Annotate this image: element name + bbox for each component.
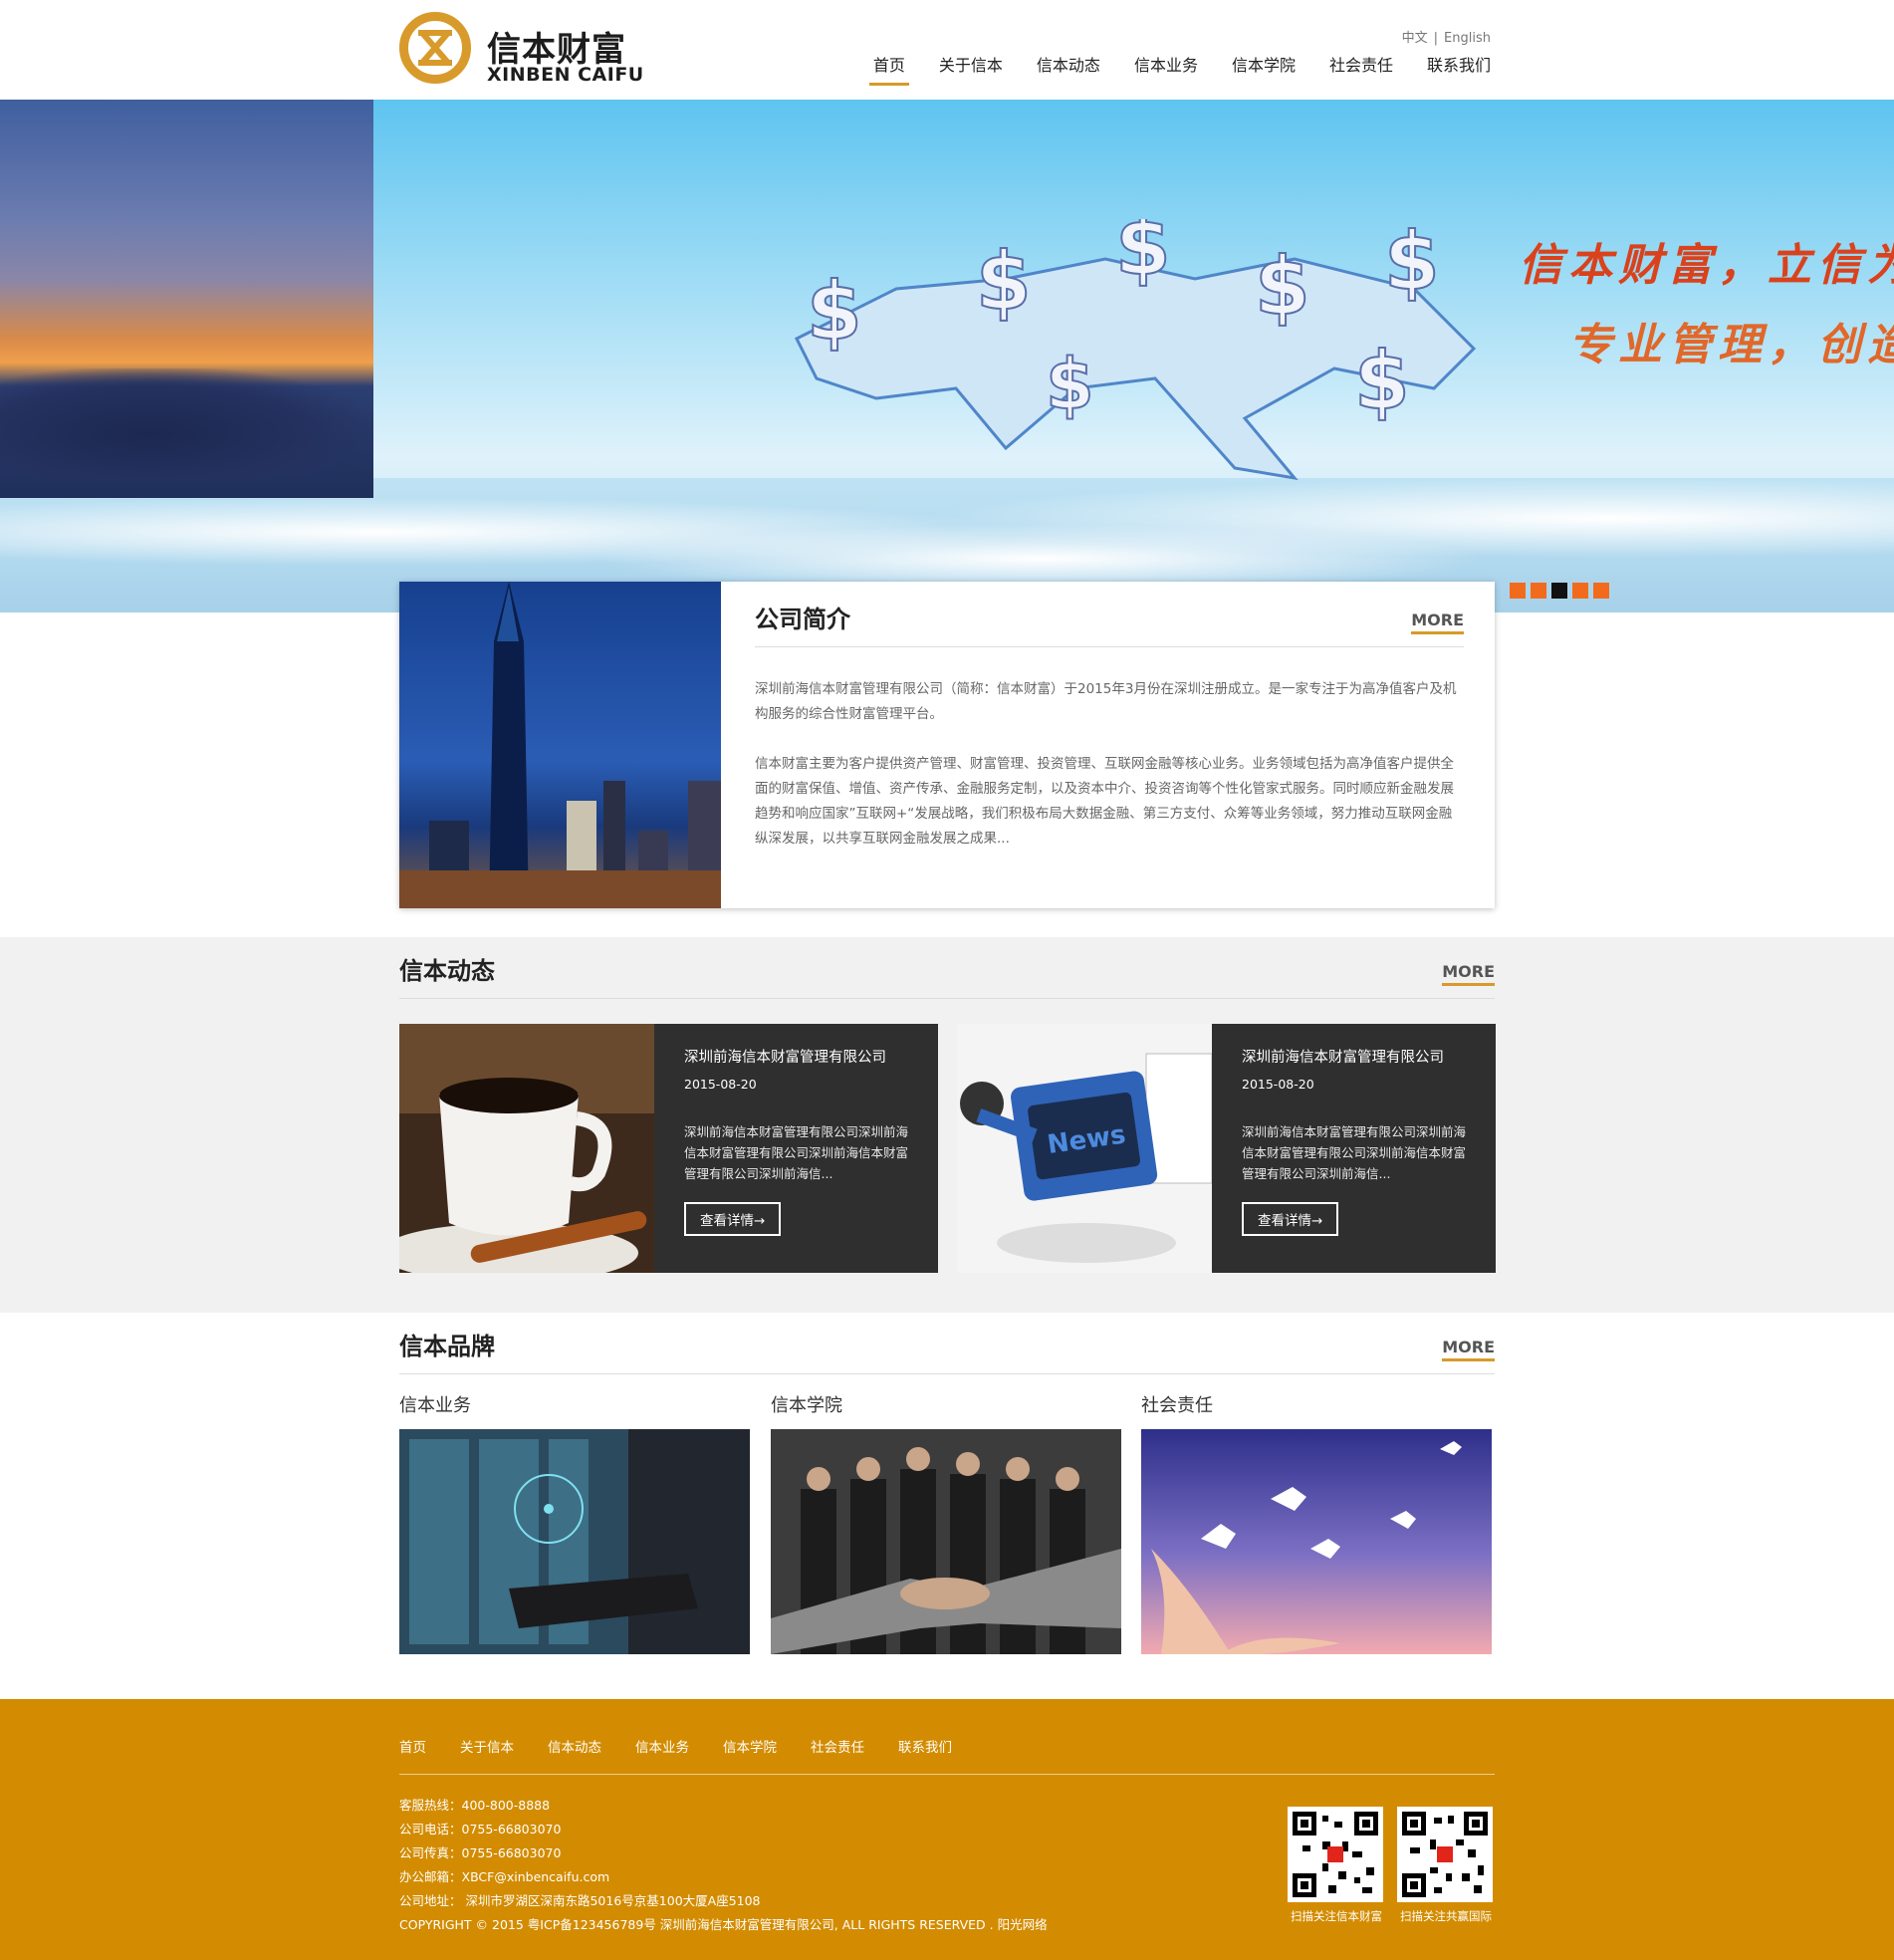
news-item-date: 2015-08-20 xyxy=(1242,1077,1314,1092)
nav-responsibility[interactable]: 社会责任 xyxy=(1329,52,1393,84)
brand-header: 信本品牌 MORE xyxy=(399,1327,1495,1374)
banner-slogan-line2: 专业管理，创造 xyxy=(1568,320,1894,370)
brand-item-label[interactable]: 信本业务 xyxy=(399,1391,750,1417)
footer-nav-news[interactable]: 信本动态 xyxy=(548,1736,601,1756)
brand-title: 信本品牌 xyxy=(399,1333,495,1360)
news-card[interactable]: News 深圳前海信本财富管理有限公司 2015-08-20 深圳前海信本财富管… xyxy=(957,1024,1496,1273)
footer-nav: 首页 关于信本 信本动态 信本业务 信本学院 社会责任 联系我们 xyxy=(399,1736,1495,1775)
news-item-title[interactable]: 深圳前海信本财富管理有限公司 xyxy=(1242,1046,1471,1067)
news-detail-button[interactable]: 查看详情→ xyxy=(1242,1202,1339,1236)
intro-paragraph-2: 信本财富主要为客户提供资产管理、财富管理、投资管理、互联网金融等核心业务。业务领… xyxy=(755,756,1454,847)
footer-nav-academy[interactable]: 信本学院 xyxy=(723,1736,777,1756)
header: 信本财富 XINBEN CAIFU 中文 | English 首页 关于信本 信本动… xyxy=(0,0,1894,100)
news-item-desc: 深圳前海信本财富管理有限公司深圳前海信本财富管理有限公司深圳前海信本财富管理有限… xyxy=(684,1124,909,1181)
footer-address: 公司地址： 深圳市罗湖区深南东路5016号京基100大厦A座5108 xyxy=(399,1893,761,1908)
brand-item-business[interactable]: 信本业务 xyxy=(399,1391,750,1654)
brand-item-responsibility[interactable]: 社会责任 xyxy=(1141,1391,1492,1654)
footer-nav-business[interactable]: 信本业务 xyxy=(635,1736,689,1756)
nav-about[interactable]: 关于信本 xyxy=(939,52,1003,84)
footer-email[interactable]: 办公邮箱：XBCF@xinbencaifu.com xyxy=(399,1865,1048,1889)
svg-text:$: $ xyxy=(1115,219,1171,293)
logo-name-en: XINBEN CAIFU xyxy=(487,64,644,86)
banner-pager xyxy=(1510,583,1609,599)
footer-nav-contact[interactable]: 联系我们 xyxy=(898,1736,952,1756)
footer-nav-responsibility[interactable]: 社会责任 xyxy=(811,1736,864,1756)
svg-text:$: $ xyxy=(1354,335,1410,427)
svg-text:$: $ xyxy=(807,265,862,358)
news-detail-button[interactable]: 查看详情→ xyxy=(684,1202,782,1236)
footer-hotline: 客服热线：400-800-8888 xyxy=(399,1798,551,1813)
nav-academy[interactable]: 信本学院 xyxy=(1232,52,1296,84)
brand-item-label[interactable]: 信本学院 xyxy=(771,1391,1121,1417)
news-header: 信本动态 MORE xyxy=(399,951,1495,999)
qr-code-xinben: 扫描关注信本财富 xyxy=(1288,1807,1385,1924)
nav-contact[interactable]: 联系我们 xyxy=(1427,52,1491,84)
city-skyline-image xyxy=(399,582,721,908)
banner-dot-4[interactable] xyxy=(1572,583,1588,599)
banner-slogan-line1: 信本财富，立信为 xyxy=(1519,240,1894,291)
nav-news[interactable]: 信本动态 xyxy=(1037,52,1100,84)
qr-label: 扫描关注共赢国际 xyxy=(1400,1909,1492,1923)
nav-home[interactable]: 首页 xyxy=(868,52,909,86)
footer-contact-info: 客服热线：400-800-8888 公司电话：0755-66803070 公司传… xyxy=(399,1794,1048,1937)
news-item-desc: 深圳前海信本财富管理有限公司深圳前海信本财富管理有限公司深圳前海信本财富管理有限… xyxy=(1242,1124,1467,1181)
brand-more-link[interactable]: MORE xyxy=(1442,1338,1495,1361)
banner-dot-3[interactable] xyxy=(1551,583,1567,599)
lang-en-link[interactable]: English xyxy=(1444,31,1491,46)
footer-nav-about[interactable]: 关于信本 xyxy=(460,1736,514,1756)
news-more-link[interactable]: MORE xyxy=(1442,962,1495,986)
handshake-image[interactable] xyxy=(771,1429,1121,1654)
footer-copyright: COPYRIGHT © 2015 粤ICP备123456789号 深圳前海信本财… xyxy=(399,1917,1048,1932)
lang-cn-link[interactable]: 中文 xyxy=(1402,31,1428,46)
news-tv-image: News xyxy=(957,1024,1212,1273)
svg-text:$: $ xyxy=(1255,240,1310,333)
svg-text:$: $ xyxy=(1384,219,1440,308)
banner-dot-2[interactable] xyxy=(1531,583,1546,599)
main-nav: 首页 关于信本 信本动态 信本业务 信本学院 社会责任 联系我们 xyxy=(839,52,1491,86)
hero-banner[interactable]: $ $ $ $ $ $ $ 信本财富，立信为 专业管理，创造 xyxy=(0,100,1894,612)
doves-hands-image[interactable] xyxy=(1141,1429,1492,1654)
lang-separator: | xyxy=(1433,31,1439,46)
banner-dot-5[interactable] xyxy=(1593,583,1609,599)
business-tablet-image[interactable] xyxy=(399,1429,750,1654)
news-item-title[interactable]: 深圳前海信本财富管理有限公司 xyxy=(684,1046,913,1067)
banner-dot-1[interactable] xyxy=(1510,583,1526,599)
footer: 首页 关于信本 信本动态 信本业务 信本学院 社会责任 联系我们 客服热线：40… xyxy=(0,1699,1894,1960)
language-switch: 中文 | English xyxy=(1402,27,1491,46)
footer-phone: 公司电话：0755-66803070 xyxy=(399,1822,562,1837)
qr-label: 扫描关注信本财富 xyxy=(1291,1909,1382,1923)
footer-fax: 公司传真：0755-66803070 xyxy=(399,1845,562,1860)
footer-nav-home[interactable]: 首页 xyxy=(399,1736,426,1756)
news-item-date: 2015-08-20 xyxy=(684,1077,757,1092)
qr-code-icon xyxy=(1288,1807,1383,1902)
nav-business[interactable]: 信本业务 xyxy=(1134,52,1198,84)
coffee-image xyxy=(399,1024,654,1273)
company-intro-card: 公司简介 MORE 深圳前海信本财富管理有限公司（简称：信本财富）于2015年3… xyxy=(399,582,1495,908)
brand-item-academy[interactable]: 信本学院 xyxy=(771,1391,1121,1654)
brand-item-label[interactable]: 社会责任 xyxy=(1141,1391,1492,1417)
qr-code-icon xyxy=(1397,1807,1493,1902)
intro-title: 公司简介 xyxy=(755,606,850,633)
news-card[interactable]: 深圳前海信本财富管理有限公司 2015-08-20 深圳前海信本财富管理有限公司… xyxy=(399,1024,938,1273)
logo-mark-icon xyxy=(399,12,471,84)
world-map-dollar-icon: $ $ $ $ $ $ $ xyxy=(794,219,1477,481)
svg-text:$: $ xyxy=(976,235,1032,328)
logo[interactable]: 信本财富 XINBEN CAIFU xyxy=(399,12,643,88)
intro-more-link[interactable]: MORE xyxy=(1411,611,1464,634)
qr-code-gongying: 扫描关注共赢国际 xyxy=(1397,1807,1495,1924)
intro-paragraph-1: 深圳前海信本财富管理有限公司（简称：信本财富）于2015年3月份在深圳注册成立。… xyxy=(755,681,1457,722)
news-title: 信本动态 xyxy=(399,957,495,985)
svg-text:$: $ xyxy=(1046,344,1094,425)
banner-sunset-slide xyxy=(0,100,373,498)
